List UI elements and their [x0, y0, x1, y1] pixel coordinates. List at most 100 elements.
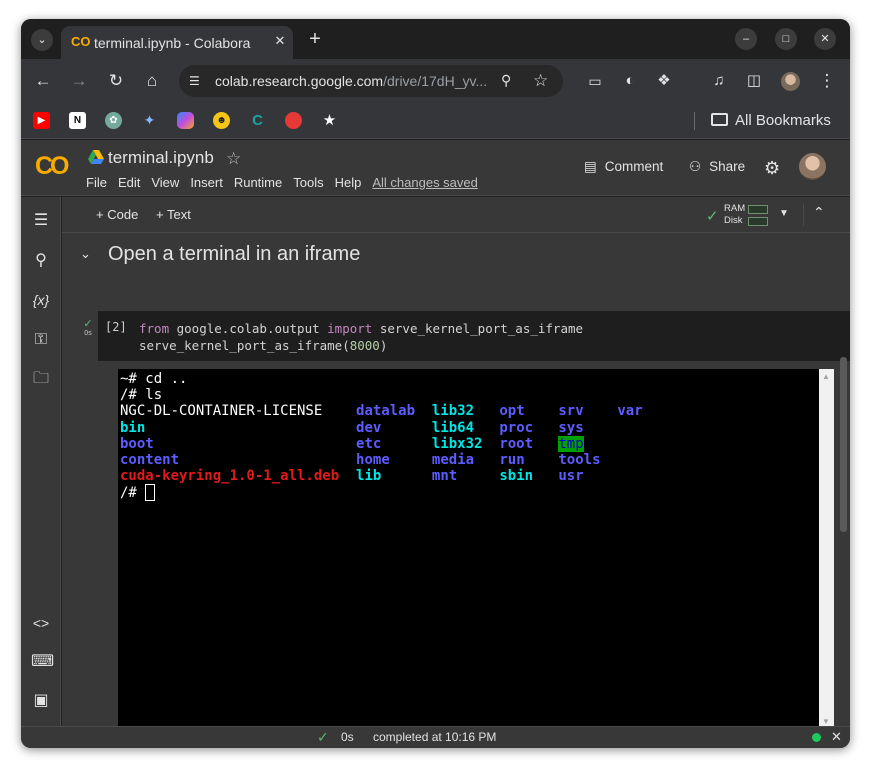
code-snippets-icon[interactable]: <> — [31, 613, 51, 633]
url-text[interactable]: colab.research.google.com/drive/17dH_yv.… — [215, 73, 499, 89]
url-host: colab.research.google.com — [215, 73, 384, 89]
section-collapse-chevron-icon[interactable]: ⌄ — [80, 246, 91, 262]
comment-button[interactable]: ▤ Comment — [584, 156, 663, 178]
menu-file[interactable]: File — [86, 175, 107, 190]
terminal-icon[interactable]: ▣ — [31, 691, 51, 711]
ls-entry: tools — [558, 452, 601, 469]
left-sidebar: ☰ ⚲ {x} ⚿ 🗀 <> ⌨ ▣ — [21, 197, 61, 726]
terminal-iframe[interactable]: ~# cd .. /# ls NGC-DL-CONTAINER-LICENSE … — [118, 369, 834, 729]
close-status-icon[interactable]: ✕ — [831, 729, 842, 745]
menu-tools[interactable]: Tools — [293, 175, 323, 190]
bookmark-copilot-icon[interactable] — [177, 112, 194, 129]
disk-bar — [748, 217, 768, 226]
menu-runtime[interactable]: Runtime — [234, 175, 282, 190]
status-run-time: 0s — [341, 730, 354, 744]
tab-title: terminal.ipynb - Colabora — [94, 35, 251, 51]
close-tab-icon[interactable]: ✕ — [271, 32, 289, 50]
scroll-down-arrow-icon[interactable]: ▼ — [822, 717, 830, 726]
ls-entry: usr — [558, 468, 584, 485]
colab-logo-icon[interactable]: CO — [35, 152, 73, 180]
back-icon[interactable]: ← — [31, 69, 55, 93]
notebook-title[interactable]: terminal.ipynb — [108, 148, 214, 168]
menu-insert[interactable]: Insert — [190, 175, 223, 190]
terminal-scrollbar[interactable]: ▲ ▼ — [819, 369, 834, 729]
account-avatar[interactable] — [799, 153, 826, 180]
terminal-output[interactable]: ~# cd .. /# ls NGC-DL-CONTAINER-LICENSE … — [120, 371, 643, 502]
menu-edit[interactable]: Edit — [118, 175, 140, 190]
bookmark-tomato-icon[interactable] — [285, 112, 302, 129]
home-icon[interactable]: ⌂ — [140, 69, 164, 93]
bookmark-chatgpt-icon[interactable]: ✿ — [105, 112, 122, 129]
menu-help[interactable]: Help — [335, 175, 362, 190]
status-message[interactable]: completed at 10:16 PM — [373, 730, 496, 744]
share-label: Share — [709, 159, 746, 174]
search-icon[interactable]: ⚲ — [31, 251, 51, 271]
media-controls-icon[interactable]: ♫ — [707, 69, 731, 93]
table-of-contents-icon[interactable]: ☰ — [31, 211, 51, 231]
menu-view[interactable]: View — [151, 175, 179, 190]
notebook-toolbar: + Code + Text ✓ RAM Disk ▼ ⌃ — [62, 197, 850, 233]
secrets-key-icon[interactable]: ⚿ — [31, 330, 51, 350]
tab-active[interactable]: CO terminal.ipynb - Colabora ✕ — [61, 26, 293, 59]
bookmark-c-icon[interactable]: C — [249, 112, 266, 129]
disk-label: Disk — [724, 215, 743, 226]
save-status-link[interactable]: All changes saved — [372, 175, 478, 190]
bookmark-notion-icon[interactable]: N — [69, 112, 86, 129]
reload-icon[interactable]: ↻ — [104, 69, 128, 93]
variables-icon[interactable]: {x} — [31, 290, 51, 310]
bookmark-gemini-icon[interactable]: ✦ — [141, 112, 158, 129]
share-button[interactable]: ⚇ Share — [689, 156, 745, 178]
resource-monitor[interactable]: ✓ RAM Disk — [706, 203, 770, 227]
star-notebook-icon[interactable]: ☆ — [226, 149, 241, 169]
section-heading: ⌄ Open a terminal in an iframe — [62, 234, 850, 274]
ls-entry: libx32 — [431, 435, 483, 452]
notebook-scrollbar[interactable] — [840, 357, 847, 532]
term-command: ls — [136, 387, 163, 404]
settings-gear-icon[interactable]: ⚙ — [764, 158, 784, 178]
minimize-icon[interactable]: – — [735, 28, 757, 50]
runtime-dropdown-icon[interactable]: ▼ — [779, 208, 789, 219]
all-bookmarks-button[interactable]: All Bookmarks — [711, 110, 841, 132]
add-text-button[interactable]: + Text — [156, 207, 191, 223]
files-folder-icon[interactable]: 🗀 — [31, 369, 51, 389]
bookmark-youtube-icon[interactable]: ▶ — [33, 112, 50, 129]
code-cell[interactable]: [2] from google.colab.output import serv… — [98, 311, 850, 361]
zoom-icon[interactable]: ⚲ — [501, 72, 519, 90]
site-info-icon[interactable]: ☰ — [189, 73, 205, 89]
code-editor[interactable]: from google.colab.output import serve_ke… — [139, 320, 583, 354]
cast-blocked-icon[interactable]: ▭ — [583, 69, 607, 93]
extension-c-icon[interactable]: ◐ — [618, 69, 642, 93]
maximize-icon[interactable]: □ — [775, 28, 797, 50]
more-menu-icon[interactable]: ⋮ — [815, 69, 839, 93]
execution-count: [2] — [105, 320, 127, 334]
add-code-button[interactable]: + Code — [96, 207, 138, 223]
close-window-icon[interactable]: ✕ — [814, 28, 836, 50]
forward-icon[interactable]: → — [67, 69, 91, 93]
bookmark-star-icon[interactable]: ★ — [321, 112, 338, 129]
scroll-up-arrow-icon[interactable]: ▲ — [822, 372, 830, 381]
share-people-icon: ⚇ — [689, 159, 702, 174]
google-drive-icon[interactable] — [88, 150, 104, 164]
browser-window: ⌄ CO terminal.ipynb - Colabora ✕ + – □ ✕… — [21, 19, 850, 748]
term-prompt: /# — [120, 387, 137, 404]
ls-entry: tmp — [558, 435, 584, 452]
ls-entry: home — [356, 452, 390, 469]
profile-avatar[interactable] — [781, 72, 800, 91]
ls-entry: proc — [499, 419, 534, 436]
extensions-puzzle-icon[interactable]: ❖ — [652, 69, 676, 93]
side-panel-icon[interactable]: ◫ — [742, 69, 766, 93]
ls-entry: lib — [356, 468, 382, 485]
cell-run-status[interactable]: ✓ 0s — [78, 317, 98, 343]
collapse-header-icon[interactable]: ⌃ — [813, 204, 825, 221]
new-tab-button[interactable]: + — [304, 28, 326, 50]
bookmark-smile-icon[interactable]: ☻ — [213, 112, 230, 129]
bookmarks-bar: ▶ N ✿ ✦ ☻ C ★ All Bookmarks — [21, 103, 850, 139]
code-keyword-import: import — [327, 321, 373, 336]
bookmark-star-icon[interactable]: ☆ — [533, 71, 553, 91]
code-import-name: serve_kernel_port_as_iframe — [372, 321, 584, 336]
command-palette-icon[interactable]: ⌨ — [31, 652, 54, 672]
toolbar-divider — [803, 204, 804, 226]
tab-search-icon[interactable]: ⌄ — [31, 29, 53, 51]
ls-entry: srv — [558, 403, 584, 420]
address-bar[interactable]: ☰ colab.research.google.com/drive/17dH_y… — [179, 65, 563, 97]
